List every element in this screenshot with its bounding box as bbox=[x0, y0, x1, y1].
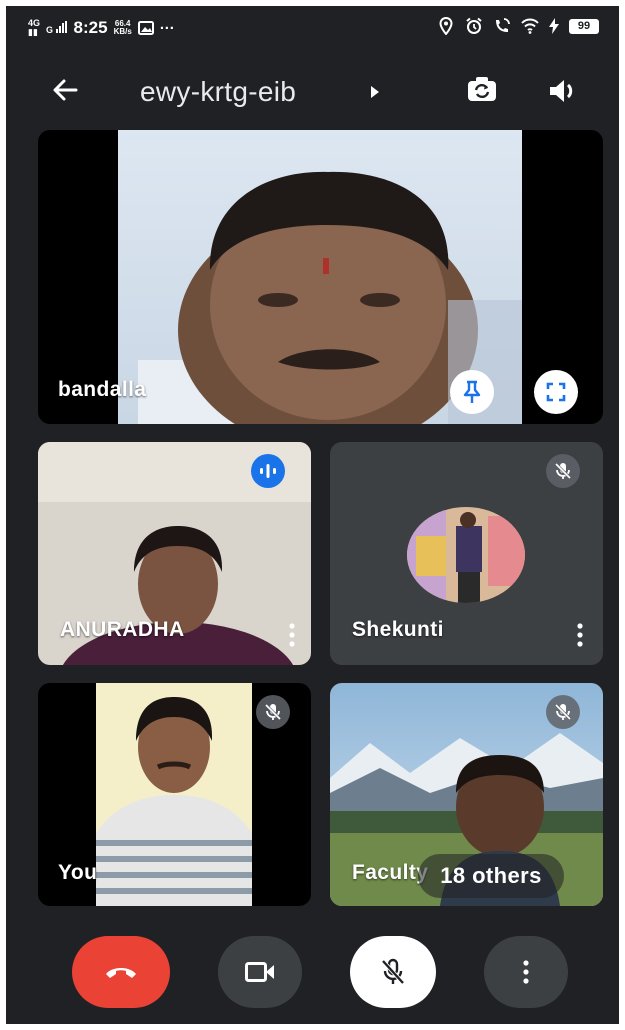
switch-camera-icon[interactable] bbox=[464, 72, 500, 108]
meeting-code[interactable]: ewy-krtg-eib bbox=[140, 76, 296, 108]
participant-tile-anuradha[interactable]: ANURADHA bbox=[38, 442, 311, 665]
participant-name: bandalla bbox=[58, 378, 147, 401]
mic-toggle-button[interactable] bbox=[350, 936, 436, 1008]
mic-off-icon bbox=[554, 703, 572, 721]
speaking-indicator bbox=[251, 454, 285, 488]
status-bar: 4G ▮▮ G 8:25 66.4 KB/s ··· 99 bbox=[6, 6, 619, 50]
gallery-notification-icon bbox=[137, 21, 154, 35]
participant-name: Shekunti bbox=[352, 618, 444, 641]
battery-level: 99 bbox=[569, 18, 599, 34]
signal-indicator: G bbox=[46, 21, 68, 35]
speaker-icon[interactable] bbox=[544, 74, 580, 108]
call-end-icon bbox=[106, 968, 136, 978]
location-icon bbox=[439, 17, 453, 35]
participant-video-you bbox=[96, 683, 252, 906]
mic-off-icon bbox=[381, 958, 405, 985]
more-notifications: ··· bbox=[159, 19, 175, 37]
pin-icon bbox=[463, 380, 481, 403]
network-speed: 66.4 KB/s bbox=[113, 19, 132, 36]
wifi-calling-icon bbox=[496, 18, 510, 32]
mic-off-icon bbox=[554, 462, 572, 480]
fullscreen-button[interactable] bbox=[534, 370, 578, 414]
more-options-button[interactable] bbox=[484, 936, 568, 1008]
avatar bbox=[407, 507, 525, 603]
clock: 8:25 bbox=[73, 18, 108, 37]
mic-off-icon bbox=[264, 703, 282, 721]
fullscreen-icon bbox=[546, 382, 566, 402]
videocam-icon bbox=[245, 962, 274, 982]
call-controls bbox=[6, 926, 619, 1024]
caret-right-icon[interactable] bbox=[368, 84, 382, 100]
participant-tile-shekunti[interactable]: Shekunti bbox=[330, 442, 603, 665]
others-count-badge[interactable]: 18 others bbox=[418, 854, 564, 898]
network-4g-indicator: 4G ▮▮ bbox=[28, 18, 41, 37]
more-vert-icon bbox=[523, 960, 529, 984]
participant-name: ANURADHA bbox=[60, 618, 185, 641]
meeting-header: ewy-krtg-eib bbox=[6, 64, 619, 114]
alarm-icon bbox=[466, 17, 482, 34]
participant-name: You bbox=[58, 861, 98, 884]
mic-off-indicator bbox=[256, 695, 290, 729]
participant-tile-bandalla[interactable]: bandalla bbox=[38, 130, 603, 424]
signal-bars-icon bbox=[55, 21, 67, 33]
meet-screen: 4G ▮▮ G 8:25 66.4 KB/s ··· 99 ewy-krtg-e… bbox=[6, 6, 619, 1024]
end-call-button[interactable] bbox=[72, 936, 170, 1008]
pin-button[interactable] bbox=[450, 370, 494, 414]
wifi-icon bbox=[521, 18, 539, 34]
participant-name: Faculty bbox=[352, 861, 429, 884]
camera-toggle-button[interactable] bbox=[218, 936, 302, 1008]
arrow-left-icon[interactable] bbox=[46, 70, 86, 110]
mic-off-indicator bbox=[546, 454, 580, 488]
more-vert-icon[interactable] bbox=[572, 620, 588, 650]
participant-tile-you[interactable]: You bbox=[38, 683, 311, 906]
charging-icon bbox=[549, 18, 559, 34]
mic-off-indicator bbox=[546, 695, 580, 729]
more-vert-icon[interactable] bbox=[284, 620, 300, 650]
speaking-indicator-icon bbox=[260, 464, 276, 478]
